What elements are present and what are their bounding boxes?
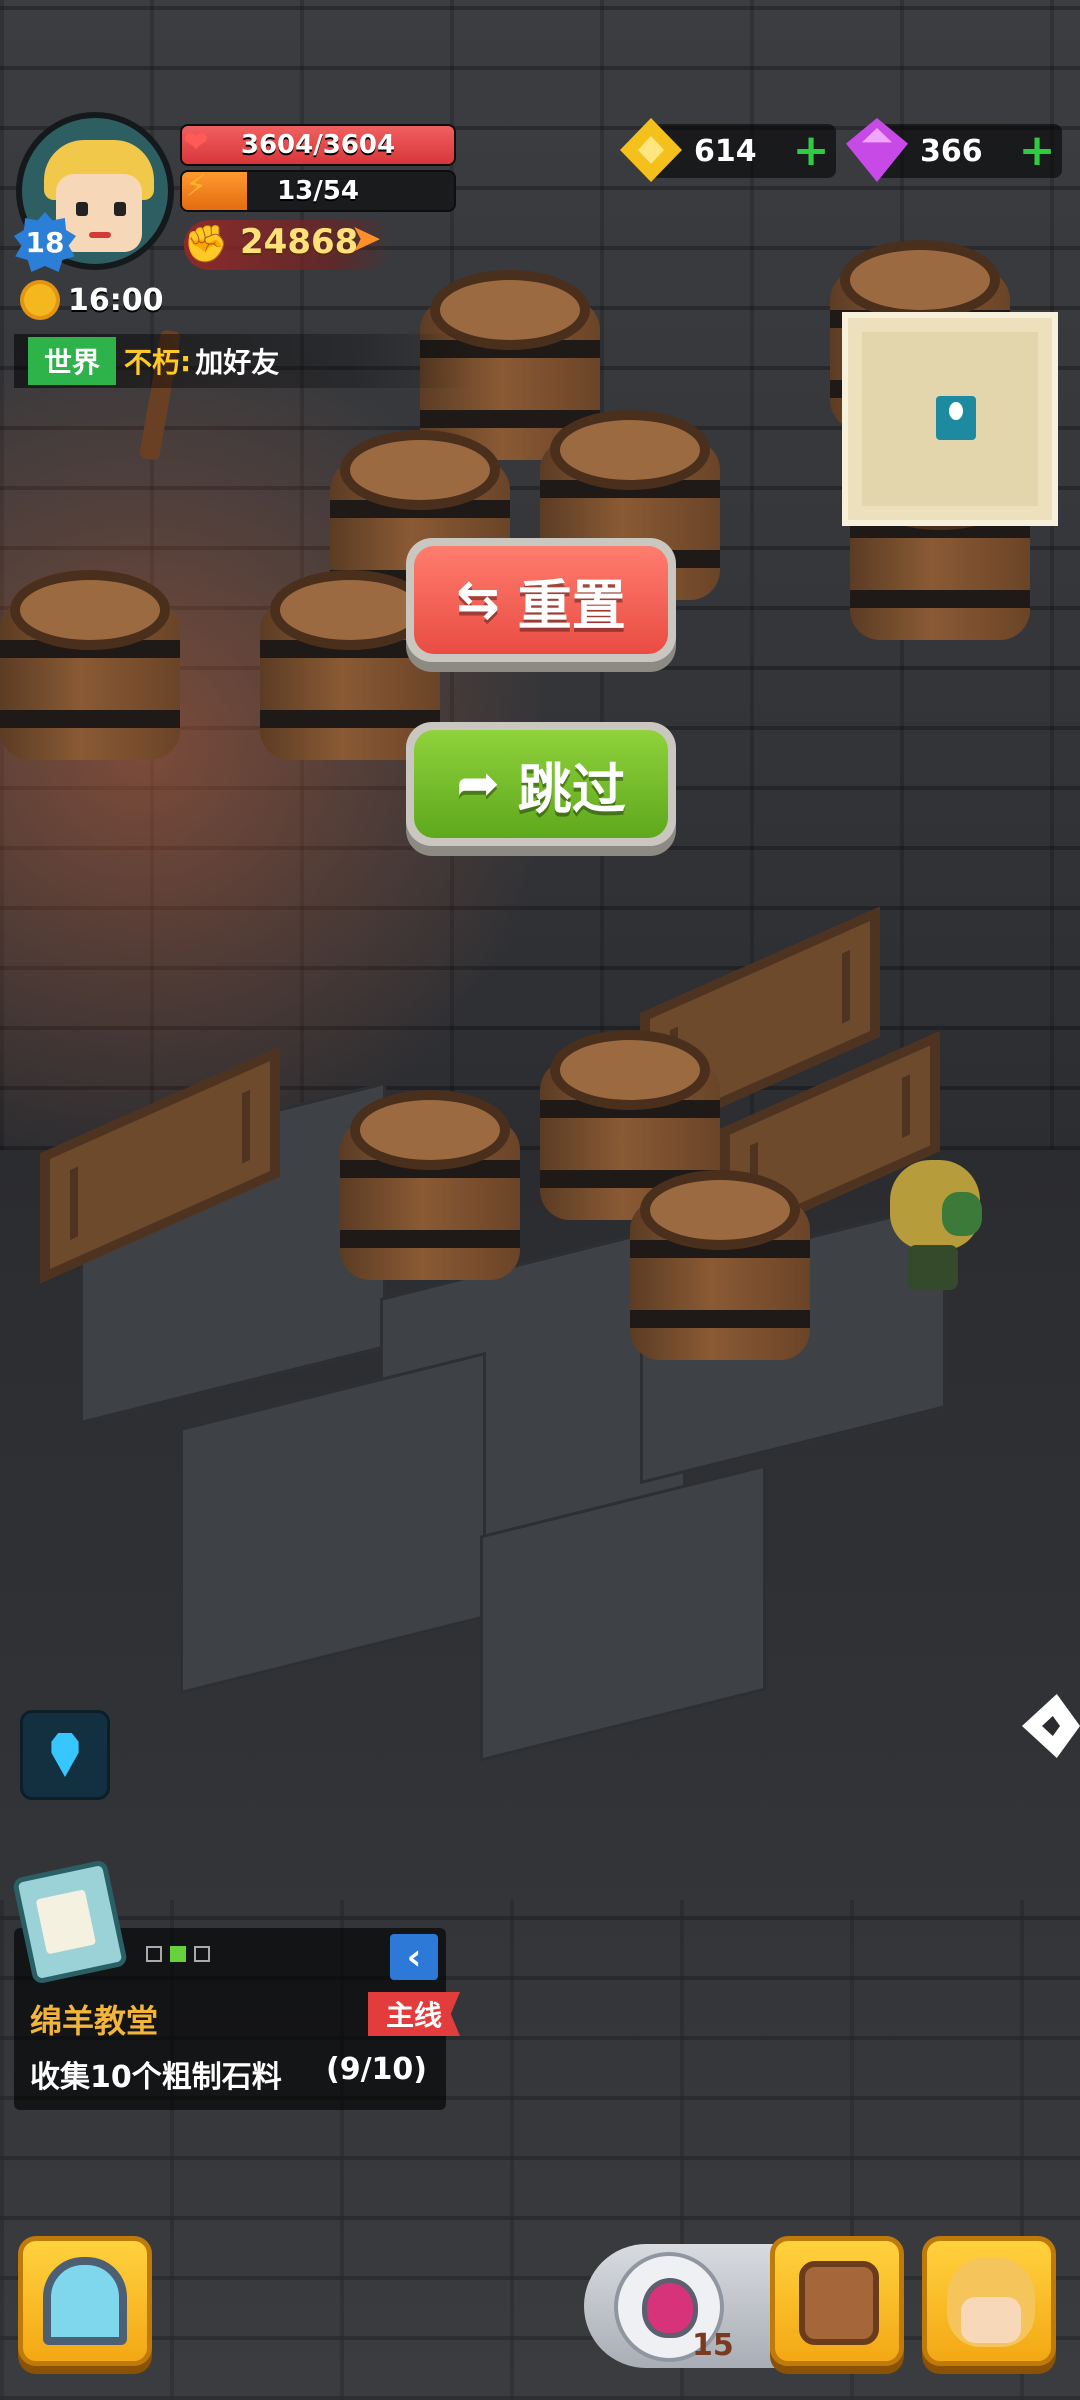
bolt-icon: ⚡ bbox=[185, 168, 207, 204]
chat-user: 不朽 bbox=[124, 346, 181, 379]
hp-bar: 3604/3604 bbox=[180, 124, 456, 166]
add-gold-button[interactable]: + bbox=[793, 129, 830, 173]
portal-icon bbox=[43, 2257, 127, 2345]
page-dot bbox=[146, 1946, 162, 1962]
gold-counter: 614 + bbox=[620, 118, 836, 182]
flame-icon: ➤ bbox=[350, 216, 382, 260]
heart-icon: ❤ bbox=[183, 124, 209, 160]
reset-button-face: ⇆ 重置 bbox=[414, 546, 668, 654]
page-dot bbox=[170, 1946, 186, 1962]
gem-value: 366 bbox=[920, 133, 983, 169]
gem-counter: 366 + bbox=[846, 118, 1062, 182]
page-dot bbox=[194, 1946, 210, 1962]
barrel bbox=[0, 560, 180, 760]
chat-channel-tag: 世界 bbox=[28, 337, 117, 385]
map-pin-icon bbox=[936, 396, 976, 440]
backpack-icon bbox=[799, 2261, 879, 2345]
locate-button[interactable] bbox=[20, 1710, 110, 1800]
energy-bar: 13/54 bbox=[180, 170, 456, 212]
quest-progress: (9/10) bbox=[326, 2052, 428, 2087]
location-icon bbox=[51, 1733, 79, 1777]
backpack-button[interactable] bbox=[770, 2236, 904, 2366]
chevron-left-icon: ‹ bbox=[406, 1936, 422, 1978]
skip-button[interactable]: ➦ 跳过 bbox=[406, 722, 676, 846]
collapse-quest-button[interactable]: ‹ bbox=[390, 1934, 438, 1980]
player-character[interactable] bbox=[880, 1160, 1000, 1290]
gold-value: 614 bbox=[694, 133, 757, 169]
chat-message: 加好友 bbox=[195, 346, 280, 379]
hero-icon bbox=[947, 2257, 1035, 2347]
energy-text: 13/54 bbox=[277, 176, 359, 206]
potion-count: 15 bbox=[692, 2328, 734, 2363]
skip-label: 跳过 bbox=[517, 757, 626, 821]
quest-page-dots bbox=[146, 1946, 210, 1962]
quest-description: 收集10个粗制石料 bbox=[30, 2060, 282, 2095]
portal-button[interactable] bbox=[18, 2236, 152, 2366]
power-value: 24868 bbox=[240, 222, 359, 262]
game-time: 16:00 bbox=[24, 280, 164, 320]
barrel bbox=[340, 1080, 520, 1280]
world-chat[interactable]: 世界 不朽 : 加好友 bbox=[14, 334, 474, 388]
time-text: 16:00 bbox=[68, 282, 164, 318]
add-gem-button[interactable]: + bbox=[1019, 129, 1056, 173]
reset-button[interactable]: ⇆ 重置 bbox=[406, 538, 676, 662]
barrel bbox=[630, 1160, 810, 1360]
reset-icon: ⇆ bbox=[456, 570, 500, 630]
minimap[interactable] bbox=[842, 312, 1058, 526]
hp-text: 3604/3604 bbox=[240, 130, 396, 160]
sun-icon bbox=[24, 284, 56, 316]
reset-label: 重置 bbox=[517, 573, 626, 637]
quest-title: 绵羊教堂 bbox=[30, 2002, 159, 2040]
skip-arrow-icon: ➦ bbox=[456, 754, 500, 814]
potion-icon bbox=[642, 2278, 698, 2338]
skip-button-face: ➦ 跳过 bbox=[414, 730, 668, 838]
status-bars: 3604/3604 13/54 ❤ ⚡ bbox=[180, 124, 456, 216]
power-fist-icon: ✊ bbox=[183, 224, 229, 265]
hero-button[interactable] bbox=[922, 2236, 1056, 2366]
chat-colon: : bbox=[180, 344, 192, 378]
quest-type-tag: 主线 bbox=[368, 1992, 460, 2036]
